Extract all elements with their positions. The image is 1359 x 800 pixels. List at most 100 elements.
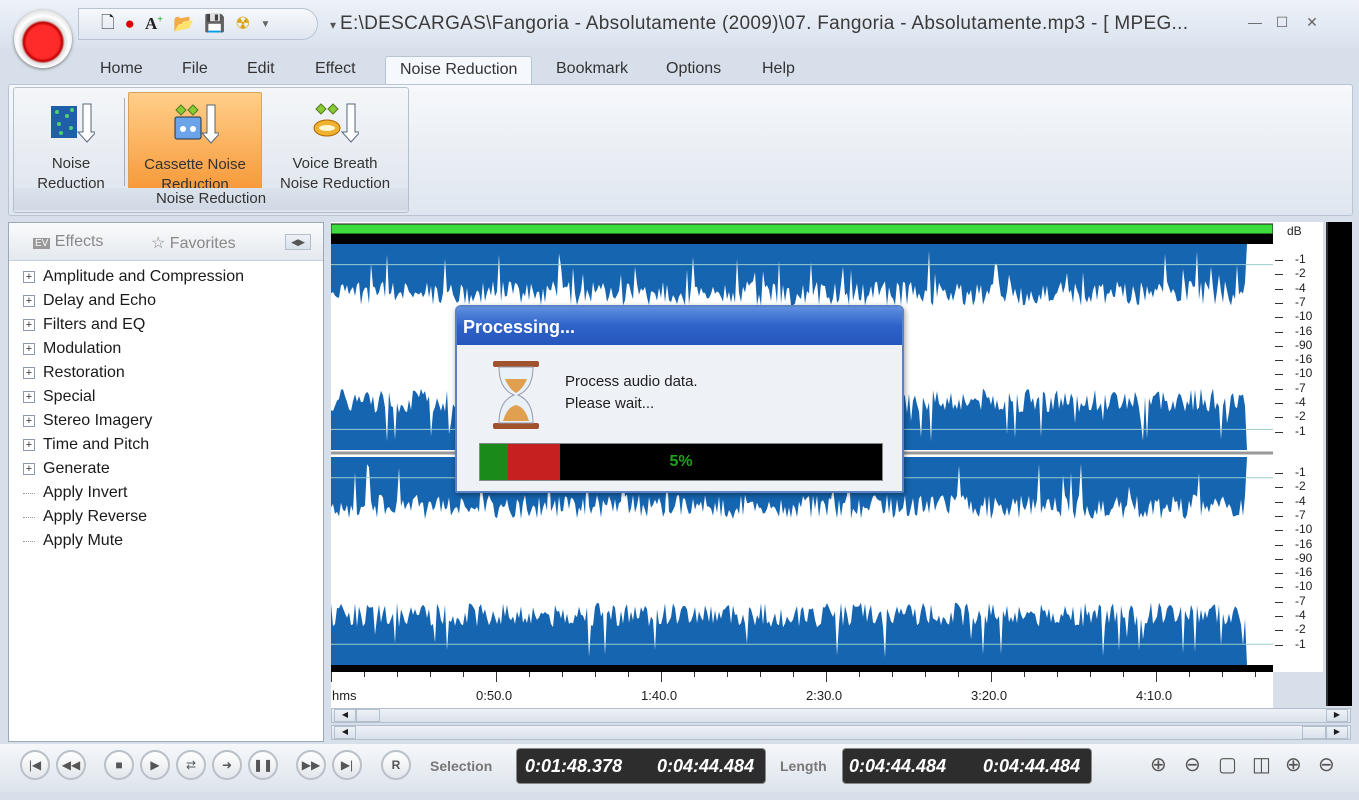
tree-item-label: Generate xyxy=(43,460,110,477)
zoom-thumb[interactable] xyxy=(1302,726,1326,739)
tab-favorites[interactable]: ☆ Favorites xyxy=(151,233,236,253)
dialog-message: Process audio data. xyxy=(565,373,698,390)
ruler-tick xyxy=(1090,672,1091,677)
play-selection-button[interactable]: ➜ xyxy=(212,750,242,780)
zoom-out-icon[interactable]: ⊖ xyxy=(1184,752,1201,777)
dialog-title: Processing... xyxy=(457,307,902,345)
tree-line xyxy=(23,492,35,494)
separator xyxy=(124,98,125,186)
tree-item-label: Filters and EQ xyxy=(43,316,146,333)
scroll-left-button[interactable]: ◀ xyxy=(334,709,356,722)
marker-band-bottom xyxy=(331,665,1273,672)
panel-toggle-button[interactable]: ◀▶ xyxy=(285,234,311,250)
save-icon[interactable]: 💾 xyxy=(204,14,225,34)
selection-start: 0:01:48.378 xyxy=(525,756,623,776)
tree-item[interactable]: + Modulation xyxy=(23,340,121,358)
db-tick-mark xyxy=(1275,374,1283,376)
scroll-right-button[interactable]: ▶ xyxy=(1326,709,1348,722)
db-tick-label: -4 xyxy=(1295,608,1306,622)
expand-icon[interactable]: + xyxy=(23,295,35,307)
expand-icon[interactable]: + xyxy=(23,271,35,283)
zoom-selection-icon[interactable]: ◫ xyxy=(1252,752,1271,777)
tree-item[interactable]: + Time and Pitch xyxy=(23,436,149,454)
app-menu-button[interactable] xyxy=(14,10,72,68)
zoom-out-vertical-icon[interactable]: ⊖ xyxy=(1318,752,1335,777)
skip-start-button[interactable]: |◀ xyxy=(20,750,50,780)
dialog-wait: Please wait... xyxy=(565,395,655,412)
tab-home[interactable]: Home xyxy=(100,56,143,84)
skip-end-button[interactable]: ▶| xyxy=(332,750,362,780)
zoom-right-button[interactable]: ▶ xyxy=(1326,726,1348,739)
ruler-tick xyxy=(430,672,431,677)
zoom-fit-icon[interactable]: ▢ xyxy=(1218,752,1237,777)
voice-breath-label: Voice Breath xyxy=(292,155,378,172)
ruler-tick xyxy=(463,672,464,677)
tree-item[interactable]: + Amplitude and Compression xyxy=(23,268,244,286)
rewind-button[interactable]: ◀◀ xyxy=(56,750,86,780)
zoom-left-button[interactable]: ◀ xyxy=(334,726,356,739)
expand-icon[interactable]: + xyxy=(23,439,35,451)
tree-item[interactable]: + Stereo Imagery xyxy=(23,412,152,430)
new-file-icon[interactable]: 🗋 xyxy=(101,10,115,39)
add-text-icon[interactable]: A+ xyxy=(145,14,163,34)
expand-icon[interactable]: + xyxy=(23,391,35,403)
scroll-thumb[interactable] xyxy=(356,709,380,722)
open-folder-icon[interactable]: 📂 xyxy=(173,14,194,34)
fast-forward-button[interactable]: ▶▶ xyxy=(296,750,326,780)
ruler-tick xyxy=(661,672,662,682)
expand-icon[interactable]: + xyxy=(23,463,35,475)
tab-edit[interactable]: Edit xyxy=(247,56,275,84)
loop-button[interactable]: ⇄ xyxy=(176,750,206,780)
tree-item[interactable]: Apply Invert xyxy=(23,484,127,502)
db-tick-mark xyxy=(1275,601,1283,603)
tree-item[interactable]: + Generate xyxy=(23,460,110,478)
record-icon[interactable]: ● xyxy=(125,14,135,34)
tab-effect[interactable]: Effect xyxy=(315,56,356,84)
close-button[interactable]: ✕ xyxy=(1300,14,1324,32)
tree-item[interactable]: + Restoration xyxy=(23,364,125,382)
tree-item[interactable]: Apply Reverse xyxy=(23,508,147,526)
tab-file[interactable]: File xyxy=(182,56,208,84)
expand-icon[interactable]: + xyxy=(23,367,35,379)
customize-icon[interactable]: ▾ xyxy=(330,18,340,32)
db-tick-mark xyxy=(1275,558,1283,560)
tab-options[interactable]: Options xyxy=(666,56,721,84)
db-tick-mark xyxy=(1275,530,1283,532)
record-button[interactable]: R xyxy=(381,750,411,780)
ruler-label: 3:20.0 xyxy=(971,688,1008,703)
tab-effects[interactable]: EV Effects xyxy=(33,233,103,251)
play-button[interactable]: ▶ xyxy=(140,750,170,780)
zoom-in-icon[interactable]: ⊕ xyxy=(1150,752,1167,777)
db-tick-mark xyxy=(1275,302,1283,304)
cassette-noise-reduction-button[interactable]: Cassette Noise Reduction xyxy=(128,92,262,193)
db-tick-label: -16 xyxy=(1295,323,1313,338)
tree-item[interactable]: + Filters and EQ xyxy=(23,316,145,334)
voice-breath-noise-reduction-button[interactable]: Voice Breath Noise Reduction xyxy=(268,92,402,192)
noise-reduction-button[interactable]: Noise Reduction xyxy=(20,92,122,192)
tree-item-label: Special xyxy=(43,388,96,405)
dropdown-icon[interactable]: ▼ xyxy=(261,19,271,30)
minimize-button[interactable]: — xyxy=(1243,14,1267,32)
tree-item-label: Delay and Echo xyxy=(43,292,156,309)
expand-icon[interactable]: + xyxy=(23,319,35,331)
menu-tabs: Home File Edit Effect Noise Reduction Bo… xyxy=(0,50,1359,84)
ribbon-group-noise-reduction: Noise Reduction Cassette Noise Reduction… xyxy=(13,87,409,213)
pause-button[interactable]: ❚❚ xyxy=(248,750,278,780)
tree-line xyxy=(23,540,35,542)
tree-item[interactable]: Apply Mute xyxy=(23,532,123,550)
expand-icon[interactable]: + xyxy=(23,343,35,355)
zoom-in-vertical-icon[interactable]: ⊕ xyxy=(1285,752,1302,777)
radiation-icon[interactable]: ☢ xyxy=(235,14,250,34)
tab-bookmark[interactable]: Bookmark xyxy=(556,56,628,84)
tree-item[interactable]: + Delay and Echo xyxy=(23,292,156,310)
expand-icon[interactable]: + xyxy=(23,415,35,427)
db-tick-mark xyxy=(1275,388,1283,390)
zoom-scrollbar[interactable]: ◀ ▶ xyxy=(331,725,1351,740)
horizontal-scrollbar[interactable]: ◀ ▶ xyxy=(331,708,1351,723)
db-tick-mark xyxy=(1275,573,1283,575)
tree-item[interactable]: + Special xyxy=(23,388,95,406)
stop-button[interactable]: ■ xyxy=(104,750,134,780)
maximize-button[interactable]: ☐ xyxy=(1270,14,1294,32)
tab-noise-reduction[interactable]: Noise Reduction xyxy=(385,56,533,84)
tab-help[interactable]: Help xyxy=(762,56,795,84)
